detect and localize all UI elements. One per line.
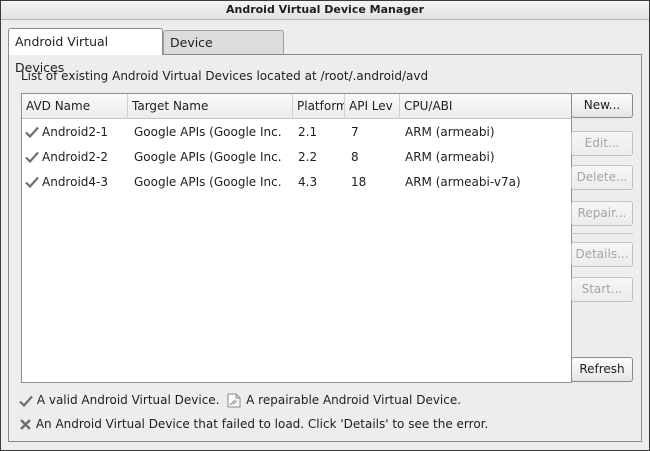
avd-table[interactable]: AVD Name Target Name Platform API Lev CP…: [21, 93, 572, 383]
cpu-abi-cell: ARM (armeabi): [405, 150, 495, 164]
target-name-cell: Google APIs (Google Inc.: [134, 150, 282, 164]
legend-failed: An Android Virtual Device that failed to…: [19, 417, 488, 431]
valid-check-icon: [19, 395, 33, 407]
target-name-cell: Google APIs (Google Inc.: [134, 125, 282, 139]
column-header-target-name[interactable]: Target Name: [128, 94, 293, 118]
valid-check-icon: [25, 151, 39, 163]
refresh-button[interactable]: Refresh: [571, 357, 633, 382]
button-separator: [571, 233, 633, 234]
column-header-cpu-abi[interactable]: CPU/ABI: [400, 94, 571, 118]
legend-failed-text: An Android Virtual Device that failed to…: [35, 417, 489, 431]
api-level-cell: 7: [351, 125, 359, 139]
new-button[interactable]: New...: [571, 93, 633, 118]
tab-android-virtual-devices[interactable]: Android Virtual Devices: [8, 28, 163, 75]
window-title: Android Virtual Device Manager: [1, 1, 649, 20]
platform-cell: 2.1: [298, 125, 318, 139]
api-level-cell: 8: [351, 150, 359, 164]
api-level-cell: 18: [351, 175, 367, 189]
cpu-abi-cell: ARM (armeabi-v7a): [405, 175, 521, 189]
cpu-abi-cell: ARM (armeabi): [405, 125, 495, 139]
delete-button[interactable]: Delete...: [571, 165, 633, 190]
table-header: AVD Name Target Name Platform API Lev CP…: [22, 94, 571, 119]
platform-cell: 2.2: [298, 150, 318, 164]
repairable-document-icon: [227, 393, 241, 408]
avd-name-cell: Android4-3: [42, 175, 108, 189]
table-row[interactable]: Android2-1 Google APIs (Google Inc. 2.1 …: [22, 120, 571, 145]
column-header-avd-name[interactable]: AVD Name: [22, 94, 128, 118]
avd-name-cell: Android2-2: [42, 150, 108, 164]
column-header-api-level[interactable]: API Lev: [345, 94, 400, 118]
avd-location-label: List of existing Android Virtual Devices…: [21, 69, 429, 83]
table-row[interactable]: Android4-3 Google APIs (Google Inc. 4.3 …: [22, 170, 571, 195]
table-row[interactable]: Android2-2 Google APIs (Google Inc. 2.2 …: [22, 145, 571, 170]
valid-check-icon: [25, 126, 39, 138]
details-button[interactable]: Details...: [571, 242, 633, 267]
tab-device-definitions[interactable]: Device Definitions: [163, 30, 284, 74]
repair-button[interactable]: Repair...: [571, 201, 633, 226]
target-name-cell: Google APIs (Google Inc.: [134, 175, 282, 189]
legend-valid-repairable: A valid Android Virtual Device. A repair…: [19, 393, 461, 408]
avd-name-cell: Android2-1: [42, 125, 108, 139]
avd-panel: List of existing Android Virtual Devices…: [8, 54, 642, 442]
failed-x-icon: [20, 419, 31, 430]
avd-manager-window: Android Virtual Device Manager Android V…: [0, 0, 650, 451]
column-header-platform[interactable]: Platform: [293, 94, 345, 118]
start-button[interactable]: Start...: [571, 277, 633, 302]
legend-repairable-text: A repairable Android Virtual Device.: [246, 393, 462, 407]
edit-button[interactable]: Edit...: [571, 131, 633, 156]
legend-valid-text: A valid Android Virtual Device.: [36, 393, 220, 407]
valid-check-icon: [25, 176, 39, 188]
platform-cell: 4.3: [298, 175, 318, 189]
